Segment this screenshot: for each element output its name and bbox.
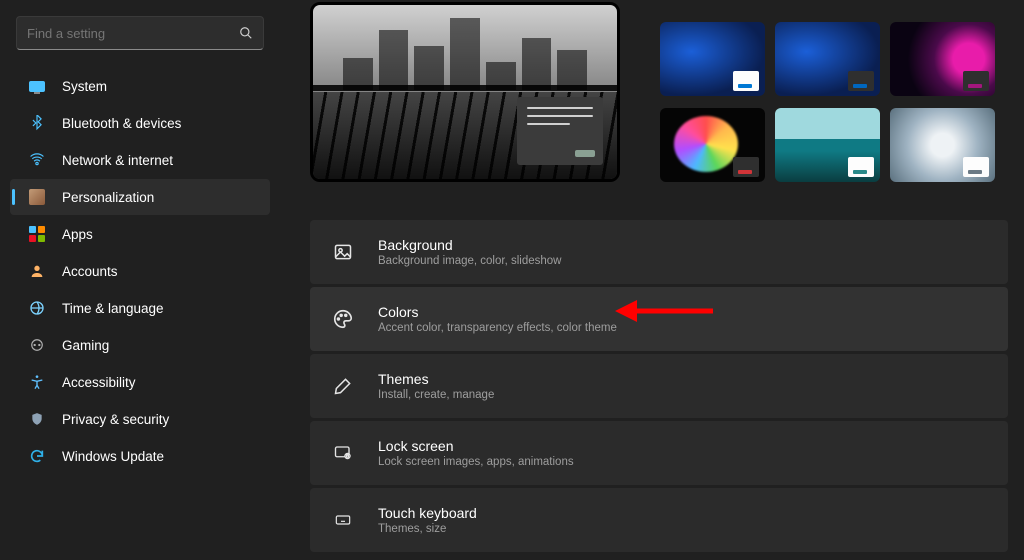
keyboard-icon	[332, 509, 354, 531]
update-icon	[28, 447, 46, 465]
card-touch-keyboard[interactable]: Touch keyboard Themes, size	[310, 488, 1008, 552]
nav-bluetooth[interactable]: Bluetooth & devices	[10, 105, 270, 141]
paintbrush-icon	[332, 375, 354, 397]
card-title: Lock screen	[378, 438, 574, 454]
nav-label: Accounts	[62, 264, 118, 279]
card-colors[interactable]: Colors Accent color, transparency effects…	[310, 287, 1008, 351]
theme-option-4[interactable]	[660, 108, 765, 182]
card-subtitle: Lock screen images, apps, animations	[378, 456, 574, 468]
preview-row	[310, 0, 1008, 182]
nav-label: Personalization	[62, 190, 154, 205]
card-subtitle: Accent color, transparency effects, colo…	[378, 322, 617, 334]
card-title: Themes	[378, 371, 494, 387]
preview-window	[517, 97, 603, 165]
nav-list: System Bluetooth & devices Network & int…	[6, 68, 274, 474]
nav-personalization[interactable]: Personalization	[10, 179, 270, 215]
nav-label: Time & language	[62, 301, 164, 316]
shield-icon	[28, 410, 46, 428]
desktop-preview	[310, 2, 620, 182]
theme-option-5[interactable]	[775, 108, 880, 182]
globe-clock-icon	[28, 299, 46, 317]
card-subtitle: Themes, size	[378, 523, 477, 535]
nav-accounts[interactable]: Accounts	[10, 253, 270, 289]
nav-label: Network & internet	[62, 153, 173, 168]
monitor-icon	[28, 77, 46, 95]
image-icon	[332, 241, 354, 263]
apps-icon	[28, 225, 46, 243]
nav-label: Gaming	[62, 338, 109, 353]
nav-apps[interactable]: Apps	[10, 216, 270, 252]
lock-screen-icon	[332, 442, 354, 464]
gamepad-icon	[28, 336, 46, 354]
search-input[interactable]	[27, 26, 239, 41]
nav-accessibility[interactable]: Accessibility	[10, 364, 270, 400]
theme-option-6[interactable]	[890, 108, 995, 182]
nav-system[interactable]: System	[10, 68, 270, 104]
sidebar: System Bluetooth & devices Network & int…	[0, 0, 280, 560]
nav-label: Privacy & security	[62, 412, 169, 427]
nav-network[interactable]: Network & internet	[10, 142, 270, 178]
wifi-icon	[28, 151, 46, 169]
card-subtitle: Background image, color, slideshow	[378, 255, 561, 267]
search-box[interactable]	[16, 16, 264, 50]
card-title: Touch keyboard	[378, 505, 477, 521]
nav-label: Windows Update	[62, 449, 164, 464]
card-background[interactable]: Background Background image, color, slide…	[310, 220, 1008, 284]
card-title: Background	[378, 237, 561, 253]
bluetooth-icon	[28, 114, 46, 132]
nav-label: System	[62, 79, 107, 94]
theme-option-2[interactable]	[775, 22, 880, 96]
search-icon	[239, 26, 253, 40]
brush-icon	[28, 188, 46, 206]
palette-icon	[332, 308, 354, 330]
nav-privacy-security[interactable]: Privacy & security	[10, 401, 270, 437]
theme-option-1[interactable]	[660, 22, 765, 96]
card-lock-screen[interactable]: Lock screen Lock screen images, apps, ani…	[310, 421, 1008, 485]
nav-windows-update[interactable]: Windows Update	[10, 438, 270, 474]
nav-label: Accessibility	[62, 375, 136, 390]
card-themes[interactable]: Themes Install, create, manage	[310, 354, 1008, 418]
main-content: Background Background image, color, slide…	[280, 0, 1024, 560]
card-subtitle: Install, create, manage	[378, 389, 494, 401]
nav-label: Bluetooth & devices	[62, 116, 181, 131]
nav-time-language[interactable]: Time & language	[10, 290, 270, 326]
theme-grid	[660, 22, 995, 182]
person-icon	[28, 262, 46, 280]
nav-label: Apps	[62, 227, 93, 242]
accessibility-icon	[28, 373, 46, 391]
nav-gaming[interactable]: Gaming	[10, 327, 270, 363]
card-title: Colors	[378, 304, 617, 320]
theme-option-3[interactable]	[890, 22, 995, 96]
